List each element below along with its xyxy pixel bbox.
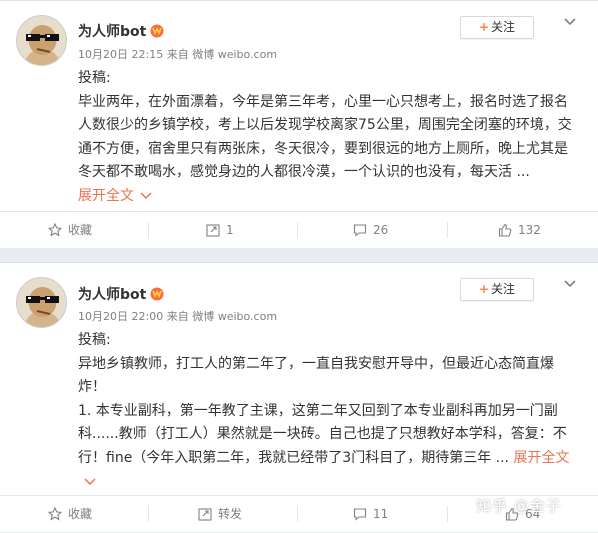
follow-label: 关注 — [491, 282, 516, 296]
chevron-down-icon — [84, 478, 96, 485]
repost-label: 转发 — [218, 507, 243, 521]
username[interactable]: 为人师bot — [78, 21, 164, 41]
chevron-down-icon[interactable] — [563, 279, 577, 289]
star-outline-icon — [47, 506, 63, 521]
share-arrow-icon — [206, 224, 220, 237]
post-time[interactable]: 10月20日 22:00 — [78, 310, 163, 323]
watermark: 知乎 @金子 — [476, 497, 562, 515]
comment-count: 11 — [373, 507, 389, 521]
repost-count: 1 — [226, 223, 234, 237]
weibo-post-card: 为人师bot 10月20日 22:00 来自 微博 weibo.com + 关注 … — [0, 262, 598, 533]
vip-badge-icon — [150, 24, 164, 38]
post-meta: 10月20日 22:00 来自 微博 weibo.com — [78, 308, 277, 324]
post-text-line: 异地乡镇教师，打工人的第二年了，一直自我安慰开导中，但最近心态简直爆炸！ — [78, 355, 554, 396]
comment-button[interactable]: 11 — [353, 496, 388, 533]
repost-button[interactable]: 转发 — [198, 496, 242, 533]
expand-link[interactable]: 展开全文 — [78, 185, 574, 209]
post-meta: 10月20日 22:15 来自 微博 weibo.com — [78, 46, 277, 62]
divider — [447, 506, 448, 522]
expand-label[interactable]: 展开全文 — [513, 450, 569, 466]
comment-count: 26 — [373, 223, 389, 237]
post-text: 投稿: 异地乡镇教师，打工人的第二年了，一直自我安慰开导中，但最近心态简直爆炸！… — [78, 329, 574, 494]
like-button[interactable]: 132 — [498, 212, 541, 249]
collect-label: 收藏 — [68, 507, 93, 521]
post-text-line: 投稿: — [78, 70, 111, 86]
divider — [447, 222, 448, 238]
chevron-down-icon[interactable] — [563, 17, 577, 27]
like-count: 132 — [518, 223, 541, 237]
plus-icon: + — [478, 282, 490, 296]
share-arrow-icon — [198, 508, 212, 521]
divider — [297, 222, 298, 238]
weibo-post-card: 为人师bot 10月20日 22:15 来自 微博 weibo.com + 关注 … — [0, 0, 598, 248]
post-body: 毕业两年，在外面漂着，今年是第三年考，心里一心只想考上，报名时选了报名人数很少的… — [78, 93, 572, 181]
follow-button[interactable]: + 关注 — [460, 278, 534, 301]
source-link[interactable]: 微博 weibo.com — [192, 310, 277, 323]
comment-bubble-icon — [353, 224, 367, 237]
collect-button[interactable]: 收藏 — [47, 212, 93, 249]
collect-button[interactable]: 收藏 — [47, 496, 93, 533]
avatar-image — [17, 16, 66, 65]
plus-icon: + — [478, 20, 490, 34]
username-text[interactable]: 为人师bot — [78, 287, 146, 303]
repost-button[interactable]: 1 — [206, 212, 234, 249]
source-prefix: 来自 — [166, 48, 189, 61]
username[interactable]: 为人师bot — [78, 284, 164, 304]
post-text-line: 投稿: — [78, 332, 111, 348]
star-outline-icon — [47, 222, 63, 237]
username-text[interactable]: 为人师bot — [78, 24, 146, 40]
avatar-image — [17, 278, 66, 327]
comment-button[interactable]: 26 — [353, 212, 388, 249]
divider — [297, 506, 298, 522]
post-text-line: 毕业两年，在外面漂着，今年是第三年考，心里一心只想考上，报名时选了报名人数很少的… — [78, 91, 574, 185]
follow-button[interactable]: + 关注 — [460, 16, 534, 39]
comment-bubble-icon — [353, 508, 367, 521]
follow-label: 关注 — [491, 20, 516, 34]
source-link[interactable]: 微博 weibo.com — [192, 48, 277, 61]
collect-label: 收藏 — [68, 223, 93, 237]
chevron-down-icon — [140, 192, 152, 200]
divider — [148, 222, 149, 238]
expand-label[interactable]: 展开全文 — [78, 188, 134, 204]
divider — [148, 506, 149, 522]
post-time[interactable]: 10月20日 22:15 — [78, 48, 163, 61]
vip-badge-icon — [150, 287, 164, 301]
post-body: 1. 本专业副科，第一年教了主课，这第二年又回到了本专业副科再加另一门副科...… — [78, 402, 567, 466]
avatar[interactable] — [16, 15, 67, 66]
thumbs-up-icon — [498, 223, 512, 237]
avatar[interactable] — [16, 277, 67, 328]
post-text-line: 1. 本专业副科，第一年教了主课，这第二年又回到了本专业副科再加另一门副科...… — [78, 400, 574, 494]
source-prefix: 来自 — [166, 310, 189, 323]
action-bar: 收藏 1 26 132 — [0, 211, 598, 248]
post-text: 投稿: 毕业两年，在外面漂着，今年是第三年考，心里一心只想考上，报名时选了报名人… — [78, 67, 574, 209]
